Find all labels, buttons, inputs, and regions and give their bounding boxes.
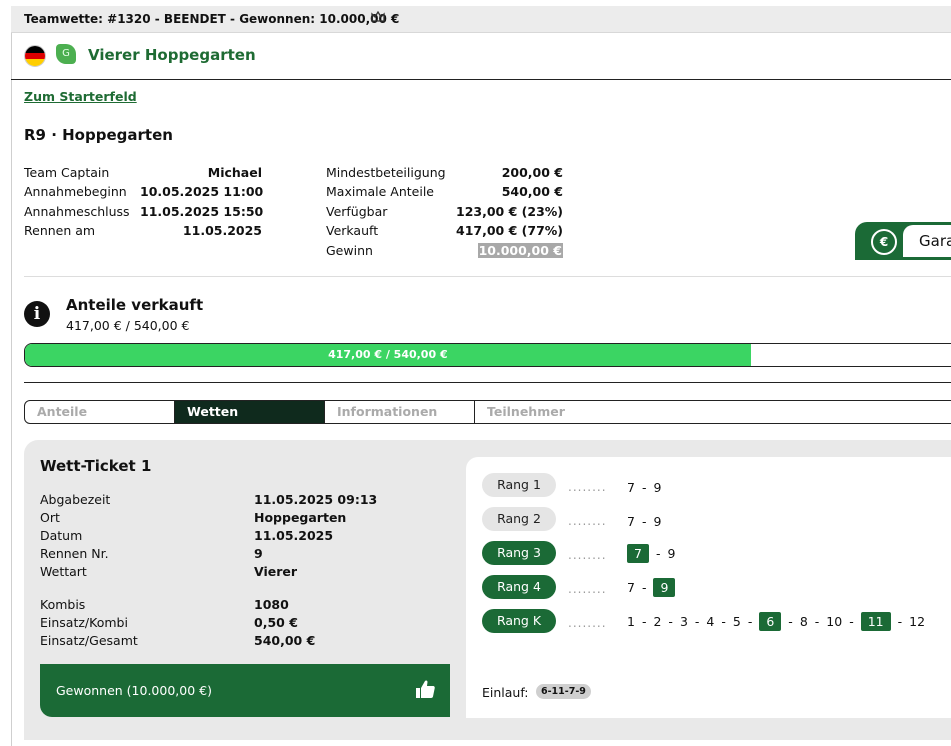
ticket-label: Wettart — [40, 564, 87, 579]
progress-label: 417,00 € / 540,00 € — [328, 348, 448, 361]
rang-number: 9 — [653, 480, 662, 495]
detail-value: 11.05.2025 15:50 — [140, 204, 264, 219]
rang-number: 10 — [826, 614, 843, 629]
rang-number: 9 — [653, 514, 662, 529]
won-banner: Gewonnen (10.000,00 €) — [40, 664, 450, 717]
group-badge: G — [56, 44, 76, 64]
rang-1-pill: Rang 1 — [482, 473, 556, 497]
tab-informationen[interactable]: Informationen — [325, 401, 475, 423]
race-title: R9 · Hoppegarten — [24, 126, 173, 144]
detail-value: 10.05.2025 11:00 — [140, 184, 264, 199]
dot-leader: ........ — [568, 582, 607, 596]
rang-number: 3 — [679, 614, 688, 629]
ticket-value: 1080 — [254, 597, 289, 612]
divider — [24, 382, 951, 383]
dot-leader: ........ — [568, 514, 607, 528]
ticket-label: Datum — [40, 528, 83, 543]
detail-label: Annahmeschluss — [24, 204, 130, 219]
ticket-value: 540,00 € — [254, 633, 316, 648]
won-label: Gewonnen (10.000,00 €) — [56, 683, 212, 698]
anteile-title: Anteile verkauft — [66, 296, 204, 314]
tab-teilnehmer[interactable]: Teilnehmer — [475, 401, 951, 423]
rang-number-highlight: 6 — [759, 612, 782, 631]
rang-number-highlight: 9 — [653, 578, 676, 597]
ticket-value: 11.05.2025 — [254, 528, 334, 543]
anteile-progress-bar: 417,00 € / 540,00 € — [24, 343, 951, 367]
tab-wetten[interactable]: Wetten — [175, 401, 325, 423]
rang-number: 8 — [799, 614, 808, 629]
rang-1-numbers: 7- 9 — [627, 480, 662, 495]
ticket-label: Abgabezeit — [40, 492, 111, 507]
rang-number: 1 — [627, 614, 635, 629]
rang-number: 7 — [627, 580, 635, 595]
detail-value: 540,00 € — [501, 184, 563, 199]
rang-k-pill: Rang K — [482, 609, 556, 633]
starterfeld-link[interactable]: Zum Starterfeld — [24, 89, 137, 104]
rang-number: 9 — [667, 546, 676, 561]
dot-leader: ........ — [568, 480, 607, 494]
gewinn-highlight: 10.000,00 € — [477, 243, 563, 258]
garantie-label: Gara — [919, 232, 951, 250]
ticket-title: Wett-Ticket 1 — [40, 457, 152, 475]
rang-number-highlight: 11 — [860, 612, 891, 631]
detail-label: Gewinn — [326, 243, 373, 258]
garantie-button[interactable]: € Gara — [855, 222, 951, 260]
ticket-value: 0,50 € — [254, 615, 298, 630]
detail-label: Mindestbeteiligung — [326, 165, 446, 180]
einlauf-label: Einlauf: — [482, 685, 529, 700]
rang-4-pill: Rang 4 — [482, 575, 556, 599]
tab-bar: Anteile Wetten Informationen Teilnehmer — [24, 400, 951, 424]
rang-number: 12 — [909, 614, 926, 629]
detail-value: 200,00 € — [501, 165, 563, 180]
gewinn-value: 10.000,00 € — [440, 243, 563, 258]
detail-label: Team Captain — [24, 165, 110, 180]
rang-number-highlight: 7 — [627, 544, 649, 563]
ticket-label: Einsatz/Kombi — [40, 615, 128, 630]
thumbs-up-icon — [414, 678, 436, 700]
dot-leader: ........ — [568, 548, 607, 562]
ticket-value: Vierer — [254, 564, 298, 579]
dot-leader: ........ — [568, 616, 607, 630]
rang-4-numbers: 7- 9 — [627, 578, 676, 597]
detail-label: Verfügbar — [326, 204, 388, 219]
einlauf-badge: 6-11-7-9 — [536, 684, 591, 699]
detail-label: Verkauft — [326, 223, 379, 238]
rang-k-numbers: 1- 2- 3- 4- 5- 6- 8- 10- 11- 12 — [627, 612, 926, 631]
rang-number: 7 — [627, 514, 635, 529]
tab-anteile[interactable]: Anteile — [25, 401, 175, 423]
rang-3-pill: Rang 3 — [482, 541, 556, 565]
ticket-label: Rennen Nr. — [40, 546, 109, 561]
money-bag-icon: € — [871, 229, 897, 255]
rang-2-numbers: 7- 9 — [627, 514, 662, 529]
divider — [11, 79, 951, 80]
anteile-subtitle: 417,00 € / 540,00 € — [66, 318, 190, 333]
ticket-value: Hoppegarten — [254, 510, 347, 525]
rang-3-numbers: 7- 9 — [627, 544, 675, 563]
status-bar: Teamwette: #1320 - BEENDET - Gewonnen: 1… — [11, 6, 951, 33]
ticket-label: Einsatz/Gesamt — [40, 633, 138, 648]
detail-value: 11.05.2025 — [182, 223, 262, 238]
ticket-value: 11.05.2025 09:13 — [254, 492, 378, 507]
rang-number: 5 — [732, 614, 741, 629]
rang-number: 4 — [706, 614, 715, 629]
detail-label: Annahmebeginn — [24, 184, 127, 199]
race-name: Vierer Hoppegarten — [88, 46, 256, 64]
detail-value: 417,00 € (77%) — [456, 223, 563, 238]
divider — [24, 276, 951, 277]
rang-number: 7 — [627, 480, 635, 495]
detail-label: Maximale Anteile — [326, 184, 434, 199]
rang-2-pill: Rang 2 — [482, 507, 556, 531]
ticket-value: 9 — [254, 546, 263, 561]
detail-value: 123,00 € (23%) — [456, 204, 563, 219]
ticket-label: Kombis — [40, 597, 86, 612]
detail-value: Michael — [207, 165, 262, 180]
crown-icon — [371, 10, 385, 27]
detail-label: Rennen am — [24, 223, 96, 238]
rang-number: 2 — [653, 614, 662, 629]
info-icon: i — [24, 301, 50, 327]
ticket-label: Ort — [40, 510, 60, 525]
flag-germany-icon — [24, 45, 46, 67]
status-text: Teamwette: #1320 - BEENDET - Gewonnen: 1… — [24, 12, 400, 26]
